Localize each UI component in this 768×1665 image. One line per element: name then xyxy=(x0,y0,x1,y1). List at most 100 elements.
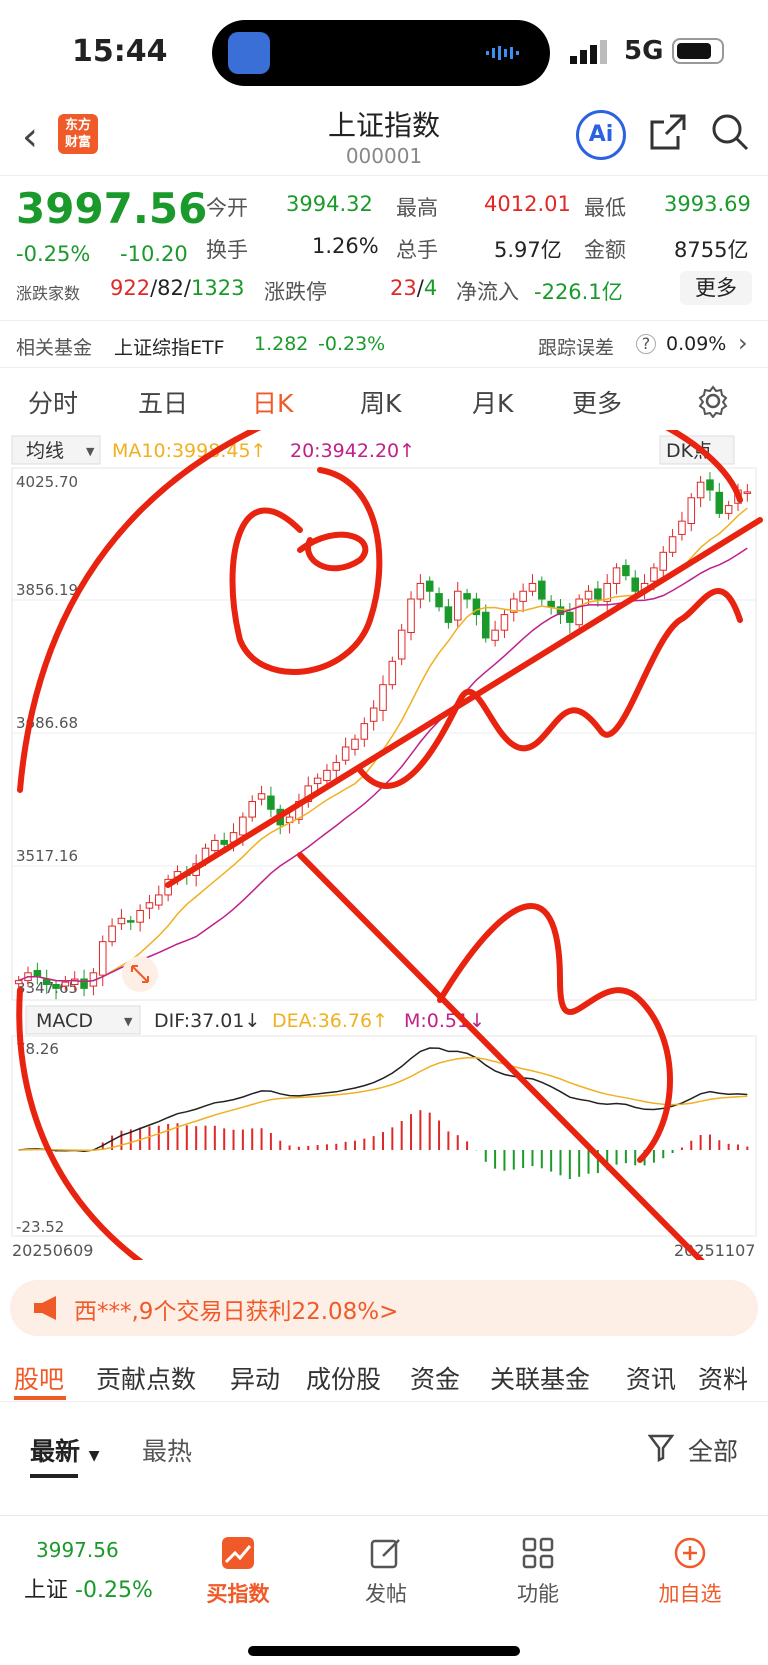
dropdown-icon: ▼ xyxy=(124,1015,133,1028)
content-tabs: 股吧 贡献点数 异动 成份股 资金 关联基金 资讯 资料 xyxy=(0,1352,768,1402)
bottom-name: 上证 xyxy=(24,1578,69,1603)
home-indicator xyxy=(248,1646,520,1656)
candle xyxy=(696,481,705,499)
candle xyxy=(724,505,733,514)
high-label: 最高 xyxy=(396,196,438,220)
candle xyxy=(211,839,219,852)
tab-capital[interactable]: 资金 xyxy=(410,1360,460,1396)
post-button[interactable]: 发帖 xyxy=(326,1536,446,1608)
tab-news[interactable]: 资讯 xyxy=(626,1360,676,1396)
candle xyxy=(108,925,116,943)
page-header: ‹ 东方 财富 上证指数 000001 Ai xyxy=(0,100,768,176)
help-icon[interactable]: ? xyxy=(636,334,656,354)
fund-name: 上证综指ETF xyxy=(114,337,225,359)
inflow-value: -226.1亿 xyxy=(534,280,623,304)
settings-icon[interactable] xyxy=(696,384,730,418)
tab-guba[interactable]: 股吧 xyxy=(14,1360,64,1396)
bottom-price: 3997.56 xyxy=(36,1538,119,1562)
candle xyxy=(668,536,677,553)
candle xyxy=(248,800,256,818)
trend-chart-icon xyxy=(222,1537,254,1569)
open-value: 3994.32 xyxy=(286,192,373,216)
edit-icon xyxy=(370,1539,400,1569)
audio-wave-icon xyxy=(486,46,519,60)
candle xyxy=(463,593,471,600)
active-tab-indicator xyxy=(14,1396,66,1400)
battery-icon xyxy=(672,38,724,64)
y-tick-0: 4025.70 xyxy=(16,473,78,491)
tab-related-funds[interactable]: 关联基金 xyxy=(490,1360,590,1396)
search-icon[interactable] xyxy=(710,112,750,152)
candle xyxy=(313,777,322,785)
breadth-flat: 82 xyxy=(157,276,184,300)
candle xyxy=(706,479,714,491)
kline-chart[interactable]: 均线 ▼ MA10:3998.45↑ 20:3942.20↑ DK点 4025.… xyxy=(0,430,768,1260)
bottom-change: -0.25% xyxy=(75,1578,153,1603)
ai-button[interactable]: Ai xyxy=(576,110,626,160)
candle xyxy=(444,606,453,623)
breadth-down: 1323 xyxy=(190,276,245,300)
tab-profile[interactable]: 资料 xyxy=(698,1360,748,1396)
sort-hot[interactable]: 最热 xyxy=(142,1432,192,1468)
candle xyxy=(117,917,126,925)
functions-button[interactable]: 功能 xyxy=(478,1536,598,1608)
last-price: 3997.56 xyxy=(16,184,208,233)
status-bar: 15:44 5G xyxy=(0,0,768,100)
candle xyxy=(98,941,107,976)
grid-icon xyxy=(522,1537,554,1569)
network-label: 5G xyxy=(624,36,664,66)
tab-constituents[interactable]: 成份股 xyxy=(306,1360,381,1396)
candle xyxy=(155,894,163,906)
low-value: 3993.69 xyxy=(664,192,751,216)
candle xyxy=(715,491,724,514)
sort-latest[interactable]: 最新 ▼ xyxy=(30,1432,100,1468)
candle xyxy=(407,598,415,634)
bottom-quote[interactable]: 上证 -0.25% xyxy=(24,1572,153,1604)
tab-monthly[interactable]: 月K xyxy=(472,384,513,420)
tab-weekly[interactable]: 周K xyxy=(360,384,401,420)
candle xyxy=(435,593,443,608)
candle xyxy=(145,902,154,909)
candle xyxy=(220,839,228,845)
candle xyxy=(80,978,88,989)
candle xyxy=(388,660,397,686)
candle xyxy=(538,580,546,600)
candle xyxy=(267,795,275,810)
breadth-label: 涨跌家数 xyxy=(16,284,81,303)
share-icon[interactable] xyxy=(648,112,688,152)
high-value: 4012.01 xyxy=(484,192,571,216)
candle xyxy=(453,590,462,621)
tab-more[interactable]: 更多 xyxy=(572,384,622,420)
candle xyxy=(257,793,266,800)
amount-value: 8755亿 xyxy=(674,238,749,262)
tab-movement[interactable]: 异动 xyxy=(230,1360,280,1396)
limit-values: 23/4 xyxy=(390,276,438,300)
add-watchlist-button[interactable]: 加自选 xyxy=(630,1536,750,1608)
more-button[interactable]: 更多 xyxy=(680,271,752,305)
fund-price: 1.282 xyxy=(254,333,309,355)
candle xyxy=(584,590,593,600)
tab-minute[interactable]: 分时 xyxy=(28,384,78,420)
change-percent: -0.25% xyxy=(16,242,91,266)
amount-label: 金额 xyxy=(584,238,626,262)
y-tick-3: 3517.16 xyxy=(16,847,78,865)
status-time: 15:44 xyxy=(72,34,168,69)
tab-daily[interactable]: 日K xyxy=(252,384,293,420)
candle xyxy=(369,707,378,722)
change-amount: -10.20 xyxy=(120,242,188,266)
candle xyxy=(491,629,499,641)
related-fund-row[interactable]: 相关基金 上证综指ETF 1.282 -0.23% 跟踪误差 ? 0.09% › xyxy=(0,320,768,368)
tab-contribution[interactable]: 贡献点数 xyxy=(96,1360,196,1396)
filter-icon[interactable] xyxy=(648,1434,674,1462)
sort-latest-label: 最新 xyxy=(30,1437,81,1466)
candle xyxy=(397,629,406,660)
tab-5day[interactable]: 五日 xyxy=(138,384,188,420)
volume-value: 5.97亿 xyxy=(494,238,562,262)
functions-label: 功能 xyxy=(517,1582,559,1606)
candle xyxy=(52,983,60,989)
candle xyxy=(332,762,341,771)
candle xyxy=(622,565,630,577)
filter-label[interactable]: 全部 xyxy=(688,1432,738,1468)
promo-banner[interactable]: 西***,9个交易日获利22.08%> xyxy=(10,1280,758,1336)
buy-index-button[interactable]: 买指数 xyxy=(178,1536,298,1608)
